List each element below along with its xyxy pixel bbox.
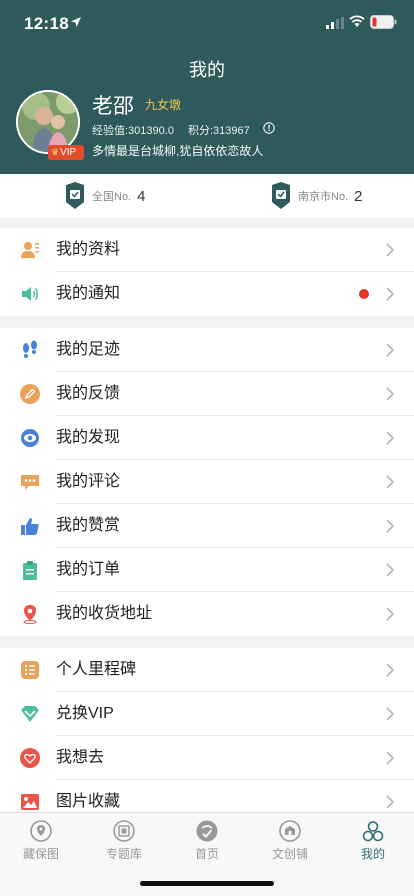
chevron-right-icon — [386, 519, 394, 533]
home-icon — [196, 820, 218, 842]
badge-icon — [66, 182, 84, 209]
tab-label: 专题库 — [105, 847, 142, 861]
chevron-right-icon — [386, 343, 394, 357]
notification-dot — [359, 289, 369, 299]
menu-group-account: 我的资料 我的通知 — [0, 228, 414, 316]
city-rank-label: 南京市No. — [298, 191, 349, 203]
thumbs-up-icon — [21, 518, 39, 535]
menu-item-footprints[interactable]: 我的足迹 — [0, 328, 414, 372]
menu-item-discoveries[interactable]: 我的发现 — [0, 416, 414, 460]
tab-profile[interactable]: 我的 — [332, 819, 414, 862]
footprint-icon — [23, 340, 37, 358]
menu-item-label: 我的赞赏 — [56, 517, 121, 534]
city-rank[interactable]: 南京市No. 2 — [270, 182, 362, 210]
chevron-right-icon — [386, 563, 394, 577]
profile-icon — [21, 242, 39, 258]
status-bar: 12:18 — [0, 0, 414, 48]
clipboard-icon — [23, 561, 37, 580]
menu-item-label: 我想去 — [56, 749, 105, 766]
menu-item-label: 图片收藏 — [56, 793, 121, 810]
chevron-right-icon — [386, 431, 394, 445]
chevron-right-icon — [386, 707, 394, 721]
page-title: 我的 — [189, 60, 225, 80]
heart-icon — [20, 748, 40, 768]
tab-topics[interactable]: 专题库 — [83, 819, 165, 862]
cellular-signal-icon — [326, 17, 344, 29]
chevron-right-icon — [386, 795, 394, 809]
points-value: 积分:313967 — [188, 125, 250, 137]
chevron-right-icon — [386, 387, 394, 401]
menu-group-activity: 我的足迹 我的反馈 我的发现 我的评论 我的赞赏 我的订单 我的收货地址 — [0, 328, 414, 636]
info-icon[interactable] — [263, 122, 275, 134]
menu-group-extras: 个人里程碑 兑换VIP 我想去 图片收藏 — [0, 648, 414, 824]
tab-treasure-map[interactable]: 藏保图 — [0, 819, 82, 862]
vip-diamond-icon — [21, 706, 39, 722]
menu-item-notifications[interactable]: 我的通知 — [0, 272, 414, 316]
speaker-icon — [22, 287, 39, 301]
chevron-right-icon — [386, 243, 394, 257]
milestone-icon — [21, 661, 39, 679]
topic-icon — [113, 820, 135, 842]
location-pin-icon — [23, 605, 37, 624]
menu-item-label: 兑换VIP — [56, 705, 114, 722]
national-rank[interactable]: 全国No. 4 — [64, 182, 145, 210]
menu-item-label: 我的反馈 — [56, 385, 121, 402]
tab-label: 首页 — [194, 847, 219, 861]
menu-item-appreciations[interactable]: 我的赞赏 — [0, 504, 414, 548]
vip-badge: ♛ VIP — [48, 145, 84, 160]
home-indicator — [140, 881, 274, 886]
chevron-right-icon — [386, 475, 394, 489]
menu-item-comments[interactable]: 我的评论 — [0, 460, 414, 504]
city-rank-value: 2 — [354, 187, 363, 205]
menu-item-label: 个人里程碑 — [56, 661, 137, 678]
profile-header: 12:18 我的 ♛ VIP 老邵 九女墩 经验值:301390.0 积分:31… — [0, 0, 414, 174]
user-level: 九女墩 — [145, 98, 182, 112]
username: 老邵 — [92, 95, 134, 118]
menu-item-label: 我的订单 — [56, 561, 121, 578]
image-icon — [21, 794, 39, 810]
tab-label: 文创铺 — [271, 847, 308, 861]
chevron-right-icon — [386, 751, 394, 765]
menu-item-label: 我的收货地址 — [56, 605, 153, 622]
menu-item-shipping-address[interactable]: 我的收货地址 — [0, 592, 414, 636]
menu-item-label: 我的评论 — [56, 473, 121, 490]
shop-icon — [279, 820, 301, 842]
menu-item-label: 我的发现 — [56, 429, 121, 446]
menu-item-profile[interactable]: 我的资料 — [0, 228, 414, 272]
chevron-right-icon — [386, 663, 394, 677]
menu-item-orders[interactable]: 我的订单 — [0, 548, 414, 592]
national-rank-value: 4 — [137, 187, 146, 205]
rank-bar: 全国No. 4 南京市No. 2 — [0, 174, 414, 218]
tab-home[interactable]: 首页 — [166, 819, 248, 862]
status-time: 12:18 — [24, 14, 69, 33]
tab-shop[interactable]: 文创铺 — [249, 819, 331, 862]
national-rank-label: 全国No. — [92, 191, 132, 203]
menu-item-feedback[interactable]: 我的反馈 — [0, 372, 414, 416]
menu-item-milestones[interactable]: 个人里程碑 — [0, 648, 414, 692]
menu-item-label: 我的通知 — [56, 285, 121, 302]
tab-label: 藏保图 — [22, 847, 59, 861]
profile-tab-icon — [362, 821, 384, 842]
feedback-icon — [20, 384, 40, 404]
wifi-icon — [349, 15, 365, 27]
tab-label: 我的 — [360, 847, 385, 861]
user-motto: 多情最是台城柳,犹自依依恋故人 — [92, 144, 264, 158]
badge-icon — [272, 182, 290, 209]
comment-icon — [21, 475, 39, 490]
crown-icon: ♛ — [51, 147, 60, 157]
chevron-right-icon — [386, 607, 394, 621]
chevron-right-icon — [386, 287, 394, 301]
experience-value: 经验值:301390.0 — [92, 125, 174, 137]
location-arrow-icon — [71, 17, 81, 27]
menu-item-label: 我的资料 — [56, 241, 121, 258]
map-pin-icon — [30, 820, 52, 842]
menu-item-redeem-vip[interactable]: 兑换VIP — [0, 692, 414, 736]
vip-badge-label: VIP — [60, 147, 77, 158]
menu-item-wishlist[interactable]: 我想去 — [0, 736, 414, 780]
menu-item-label: 我的足迹 — [56, 341, 121, 358]
battery-icon — [370, 15, 397, 29]
eye-icon — [21, 429, 39, 447]
